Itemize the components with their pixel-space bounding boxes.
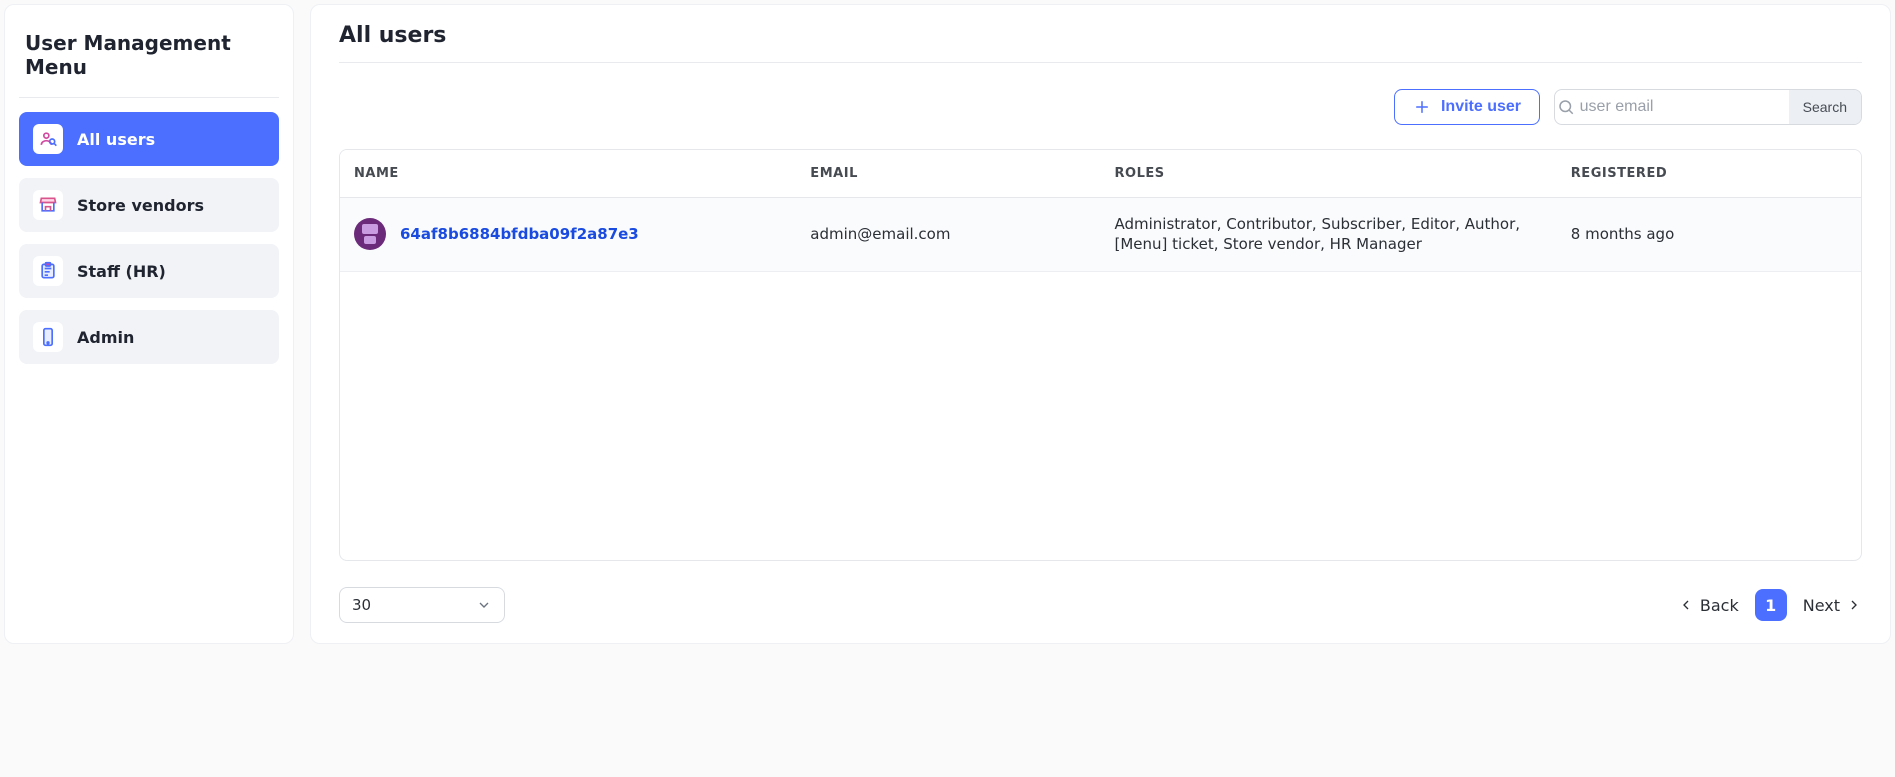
table-footer: 30 Back 1 Next: [339, 587, 1862, 623]
plus-icon: [1413, 98, 1431, 116]
sidebar-item-label: Admin: [77, 328, 134, 347]
invite-user-button[interactable]: Invite user: [1394, 89, 1540, 125]
user-email: admin@email.com: [796, 198, 1100, 272]
pager-next-label: Next: [1803, 596, 1840, 615]
column-header-name[interactable]: NAME: [340, 150, 796, 198]
toolbar: Invite user Search: [339, 89, 1862, 125]
table-header-row: NAME EMAIL ROLES REGISTERED: [340, 150, 1861, 198]
search-group: Search: [1554, 89, 1862, 125]
search-button[interactable]: Search: [1789, 90, 1861, 124]
search-icon: [1555, 90, 1578, 124]
chevron-left-icon: [1678, 597, 1694, 613]
chevron-down-icon: [476, 597, 492, 613]
clipboard-icon: [33, 256, 63, 286]
user-name-link[interactable]: 64af8b6884bfdba09f2a87e3: [400, 225, 639, 243]
users-table: NAME EMAIL ROLES REGISTERED: [339, 149, 1862, 561]
app-layout: User Management Menu All users Store ven…: [0, 0, 1895, 648]
page-size-value: 30: [352, 596, 371, 614]
sidebar-item-label: All users: [77, 130, 155, 149]
avatar: [354, 218, 386, 250]
pager: Back 1 Next: [1678, 589, 1862, 621]
table-row[interactable]: 64af8b6884bfdba09f2a87e3 admin@email.com…: [340, 198, 1861, 272]
column-header-registered[interactable]: REGISTERED: [1557, 150, 1861, 198]
user-registered: 8 months ago: [1557, 198, 1861, 272]
page-size-select[interactable]: 30: [339, 587, 505, 623]
pager-back-button[interactable]: Back: [1678, 596, 1739, 615]
sidebar-item-admin[interactable]: Admin: [19, 310, 279, 364]
sidebar-item-staff-hr[interactable]: Staff (HR): [19, 244, 279, 298]
sidebar: User Management Menu All users Store ven…: [4, 4, 294, 644]
user-roles: Administrator, Contributor, Subscriber, …: [1100, 198, 1556, 272]
users-search-icon: [33, 124, 63, 154]
sidebar-item-label: Staff (HR): [77, 262, 166, 281]
sidebar-item-all-users[interactable]: All users: [19, 112, 279, 166]
sidebar-title: User Management Menu: [19, 23, 279, 98]
chevron-right-icon: [1846, 597, 1862, 613]
sidebar-item-label: Store vendors: [77, 196, 204, 215]
column-header-roles[interactable]: ROLES: [1100, 150, 1556, 198]
main-panel: All users Invite user Search NAME EMAIL: [310, 4, 1891, 644]
column-header-email[interactable]: EMAIL: [796, 150, 1100, 198]
store-icon: [33, 190, 63, 220]
invite-user-label: Invite user: [1441, 98, 1521, 116]
pager-next-button[interactable]: Next: [1803, 596, 1862, 615]
pager-current-page[interactable]: 1: [1755, 589, 1787, 621]
phone-icon: [33, 322, 63, 352]
page-title: All users: [339, 23, 1862, 63]
search-input[interactable]: [1578, 90, 1789, 124]
pager-back-label: Back: [1700, 596, 1739, 615]
sidebar-item-store-vendors[interactable]: Store vendors: [19, 178, 279, 232]
